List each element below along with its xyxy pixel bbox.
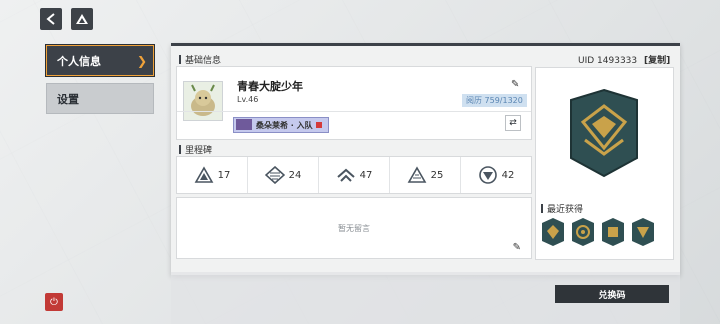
- recent-badge-icon[interactable]: [631, 217, 655, 247]
- uid-label: UID: [578, 56, 595, 66]
- milestone-item[interactable]: 25: [390, 157, 461, 193]
- uid-line: UID 1493333 [复制]: [578, 53, 670, 66]
- player-level: Lv.46: [237, 95, 259, 104]
- exp-badge: 阅历 759/1320: [462, 94, 527, 107]
- redeem-code-button[interactable]: 兑换码: [555, 285, 669, 303]
- recent-badge-icon[interactable]: [601, 217, 625, 247]
- chevron-right-icon: ❯: [136, 54, 147, 68]
- profile-card: 青春大腚少年 Lv.46 阅历 759/1320 ✎ 桑朵莱希 · 入队 ⇄: [176, 66, 532, 140]
- milestone-value: 17: [217, 169, 231, 181]
- chevron-wing-badge-icon: [336, 168, 355, 182]
- milestone-title: 里程碑: [179, 143, 212, 156]
- team-tag-label: 桑朵莱希 · 入队: [256, 120, 313, 130]
- sidebar-item-settings[interactable]: 设置: [46, 83, 154, 114]
- player-name: 青春大腚少年: [237, 80, 303, 93]
- recent-badge-icon[interactable]: [541, 217, 565, 247]
- notify-dot-icon: [315, 122, 322, 128]
- milestone-item[interactable]: 42: [461, 157, 531, 193]
- home-button[interactable]: [71, 8, 93, 30]
- team-tag[interactable]: 桑朵莱希 · 入队: [233, 117, 329, 133]
- copy-uid-button[interactable]: [复制]: [644, 56, 670, 66]
- basic-info-title: 基础信息: [179, 53, 221, 66]
- sidebar-item-label: 个人信息: [57, 54, 101, 68]
- divider: [177, 111, 531, 112]
- empty-message-text: 暂无留言: [338, 224, 370, 233]
- power-icon: ⏻: [50, 296, 58, 308]
- milestone-value: 47: [359, 169, 373, 181]
- milestone-item[interactable]: 24: [248, 157, 319, 193]
- recent-badge-icon[interactable]: [571, 217, 595, 247]
- diamond-lines-badge-icon: [264, 166, 285, 184]
- character-thumb-icon: [236, 119, 252, 130]
- milestone-item[interactable]: 17: [177, 157, 248, 193]
- back-button[interactable]: [40, 8, 62, 30]
- milestone-card: 17 24 47 25 42: [176, 156, 532, 194]
- milestone-value: 24: [288, 169, 302, 181]
- swap-icon[interactable]: ⇄: [505, 115, 521, 131]
- recent-title: 最近获得: [541, 202, 583, 215]
- edit-message-icon[interactable]: ✎: [513, 242, 521, 253]
- avatar[interactable]: [183, 81, 223, 121]
- sidebar-item-label: 设置: [57, 92, 79, 106]
- milestone-value: 42: [501, 169, 515, 181]
- triangle-badge-icon: [194, 166, 214, 183]
- milestone-value: 25: [430, 169, 444, 181]
- main-badge-icon[interactable]: [569, 88, 639, 178]
- power-button[interactable]: ⏻: [45, 293, 63, 311]
- badge-card: 最近获得: [535, 67, 674, 260]
- circle-triangle-badge-icon: [478, 166, 497, 184]
- avatar-image: [191, 84, 215, 116]
- back-arrow-icon: [46, 13, 55, 25]
- message-board[interactable]: 暂无留言 ✎: [176, 197, 532, 259]
- sidebar-item-profile[interactable]: 个人信息 ❯: [46, 45, 154, 76]
- uid-value: 1493333: [597, 56, 638, 66]
- triangle-logo-icon: [76, 14, 88, 24]
- striped-triangle-badge-icon: [407, 166, 427, 183]
- recent-badge-list: [541, 217, 655, 247]
- edit-name-icon[interactable]: ✎: [511, 79, 519, 90]
- milestone-item[interactable]: 47: [319, 157, 390, 193]
